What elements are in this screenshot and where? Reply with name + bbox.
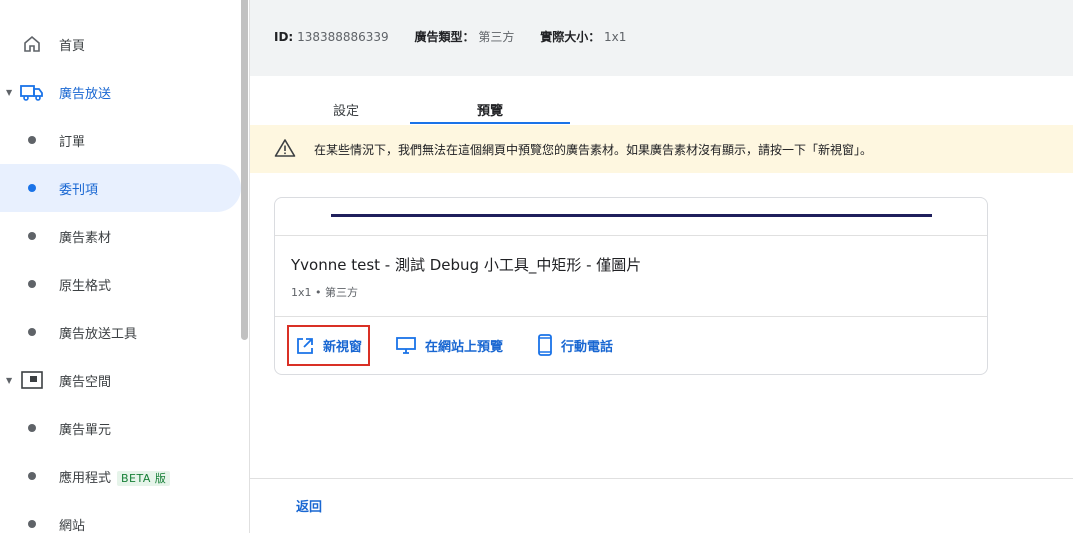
bullet-icon — [20, 512, 44, 533]
sidebar-item-inventory[interactable]: ▼ 廣告空間 — [0, 356, 241, 404]
sidebar-item-label: 訂單 — [59, 134, 86, 150]
sidebar: 首頁 ▼ 廣告放送 訂單 委刊項 廣告素材 原生格式 廣告放送工具 ▼ 廣告空間 — [0, 0, 250, 533]
actual-size-label: 實際大小： — [540, 30, 601, 44]
sidebar-item-label: 廣告素材 — [59, 230, 112, 246]
tab-settings[interactable]: 設定 — [286, 94, 406, 124]
card-actions: 新視窗 在網站上預覽 行動電話 — [275, 316, 987, 375]
sidebar-item-label: 網站 — [59, 518, 86, 533]
open-in-new-icon — [295, 336, 315, 356]
id-value: 138388886339 — [297, 30, 389, 44]
warning-icon — [274, 138, 296, 161]
sidebar-item-label: 原生格式 — [59, 278, 112, 294]
new-window-label: 新視窗 — [323, 340, 363, 355]
sidebar-item-label-wrap: 應用程式 BETA 版 — [59, 467, 171, 486]
beta-badge: BETA 版 — [117, 470, 171, 486]
sidebar-item-ad-units[interactable]: 廣告單元 — [0, 404, 241, 452]
sidebar-item-sites[interactable]: 網站 — [0, 500, 241, 533]
warning-text: 在某些情況下，我們無法在這個網頁中預覽您的廣告素材。如果廣告素材沒有顯示，請按一… — [314, 142, 873, 157]
sidebar-item-label: 廣告單元 — [59, 422, 112, 438]
sidebar-item-orders[interactable]: 訂單 — [0, 116, 241, 164]
creative-preview-render — [331, 214, 932, 217]
bullet-icon — [20, 464, 44, 488]
creative-preview-card: Yvonne test - 測試 Debug 小工具_中矩形 - 僅圖片 1x1… — [274, 197, 988, 375]
new-window-button[interactable]: 新視窗 — [287, 325, 371, 366]
ad-type-value: 第三方 — [478, 30, 515, 44]
bullet-icon — [20, 416, 44, 440]
main-content: ID: 138388886339 廣告類型： 第三方 實際大小： 1x1 設定 … — [250, 0, 1073, 533]
home-icon — [20, 32, 44, 56]
caret-down-icon: ▼ — [6, 87, 13, 97]
sidebar-item-label: 廣告放送工具 — [59, 326, 138, 342]
sidebar-item-delivery[interactable]: ▼ 廣告放送 — [0, 68, 241, 116]
caret-down-icon: ▼ — [6, 375, 13, 385]
sidebar-item-label: 委刊項 — [59, 182, 99, 198]
sidebar-item-label: 廣告放送 — [59, 86, 112, 102]
sidebar-item-apps[interactable]: 應用程式 BETA 版 — [0, 452, 241, 500]
id-label: ID: — [274, 30, 294, 44]
actual-size-value: 1x1 — [604, 30, 627, 44]
bullet-icon — [20, 320, 44, 344]
inventory-icon — [20, 368, 44, 392]
smartphone-icon — [537, 334, 553, 356]
footer-divider — [250, 478, 1073, 479]
bullet-icon — [20, 176, 44, 200]
preview-on-site-label: 在網站上預覽 — [425, 339, 504, 355]
tab-preview[interactable]: 預覽 — [410, 94, 570, 124]
sidebar-item-native[interactable]: 原生格式 — [0, 260, 241, 308]
creative-title: Yvonne test - 測試 Debug 小工具_中矩形 - 僅圖片 — [291, 256, 642, 274]
preview-on-site-button[interactable]: 在網站上預覽 — [395, 327, 503, 363]
creative-subtitle: 1x1 • 第三方 — [291, 286, 358, 299]
mobile-preview-button[interactable]: 行動電話 — [537, 327, 613, 363]
sidebar-item-home[interactable]: 首頁 — [0, 20, 241, 68]
warning-banner: 在某些情況下，我們無法在這個網頁中預覽您的廣告素材。如果廣告素材沒有顯示，請按一… — [250, 125, 1073, 173]
back-button[interactable]: 返回 — [296, 496, 322, 515]
ad-type-label: 廣告類型： — [414, 30, 475, 44]
bullet-icon — [20, 272, 44, 296]
sidebar-item-creatives[interactable]: 廣告素材 — [0, 212, 241, 260]
bullet-icon — [20, 224, 44, 248]
tabs: 設定 預覽 — [250, 94, 1073, 124]
sidebar-item-label: 廣告空間 — [59, 374, 112, 390]
sidebar-item-delivery-tools[interactable]: 廣告放送工具 — [0, 308, 241, 356]
sidebar-item-label: 應用程式 — [59, 470, 112, 486]
bullet-icon — [20, 128, 44, 152]
mobile-preview-label: 行動電話 — [561, 339, 614, 355]
truck-icon — [20, 80, 44, 104]
info-row: ID: 138388886339 廣告類型： 第三方 實際大小： 1x1 — [274, 28, 648, 45]
creative-preview-area — [275, 198, 987, 236]
sidebar-item-line-items[interactable]: 委刊項 — [0, 164, 241, 212]
sidebar-scrollbar[interactable] — [241, 0, 248, 340]
info-bar: ID: 138388886339 廣告類型： 第三方 實際大小： 1x1 — [250, 0, 1073, 76]
desktop-icon — [395, 335, 417, 355]
sidebar-item-label: 首頁 — [59, 38, 86, 54]
